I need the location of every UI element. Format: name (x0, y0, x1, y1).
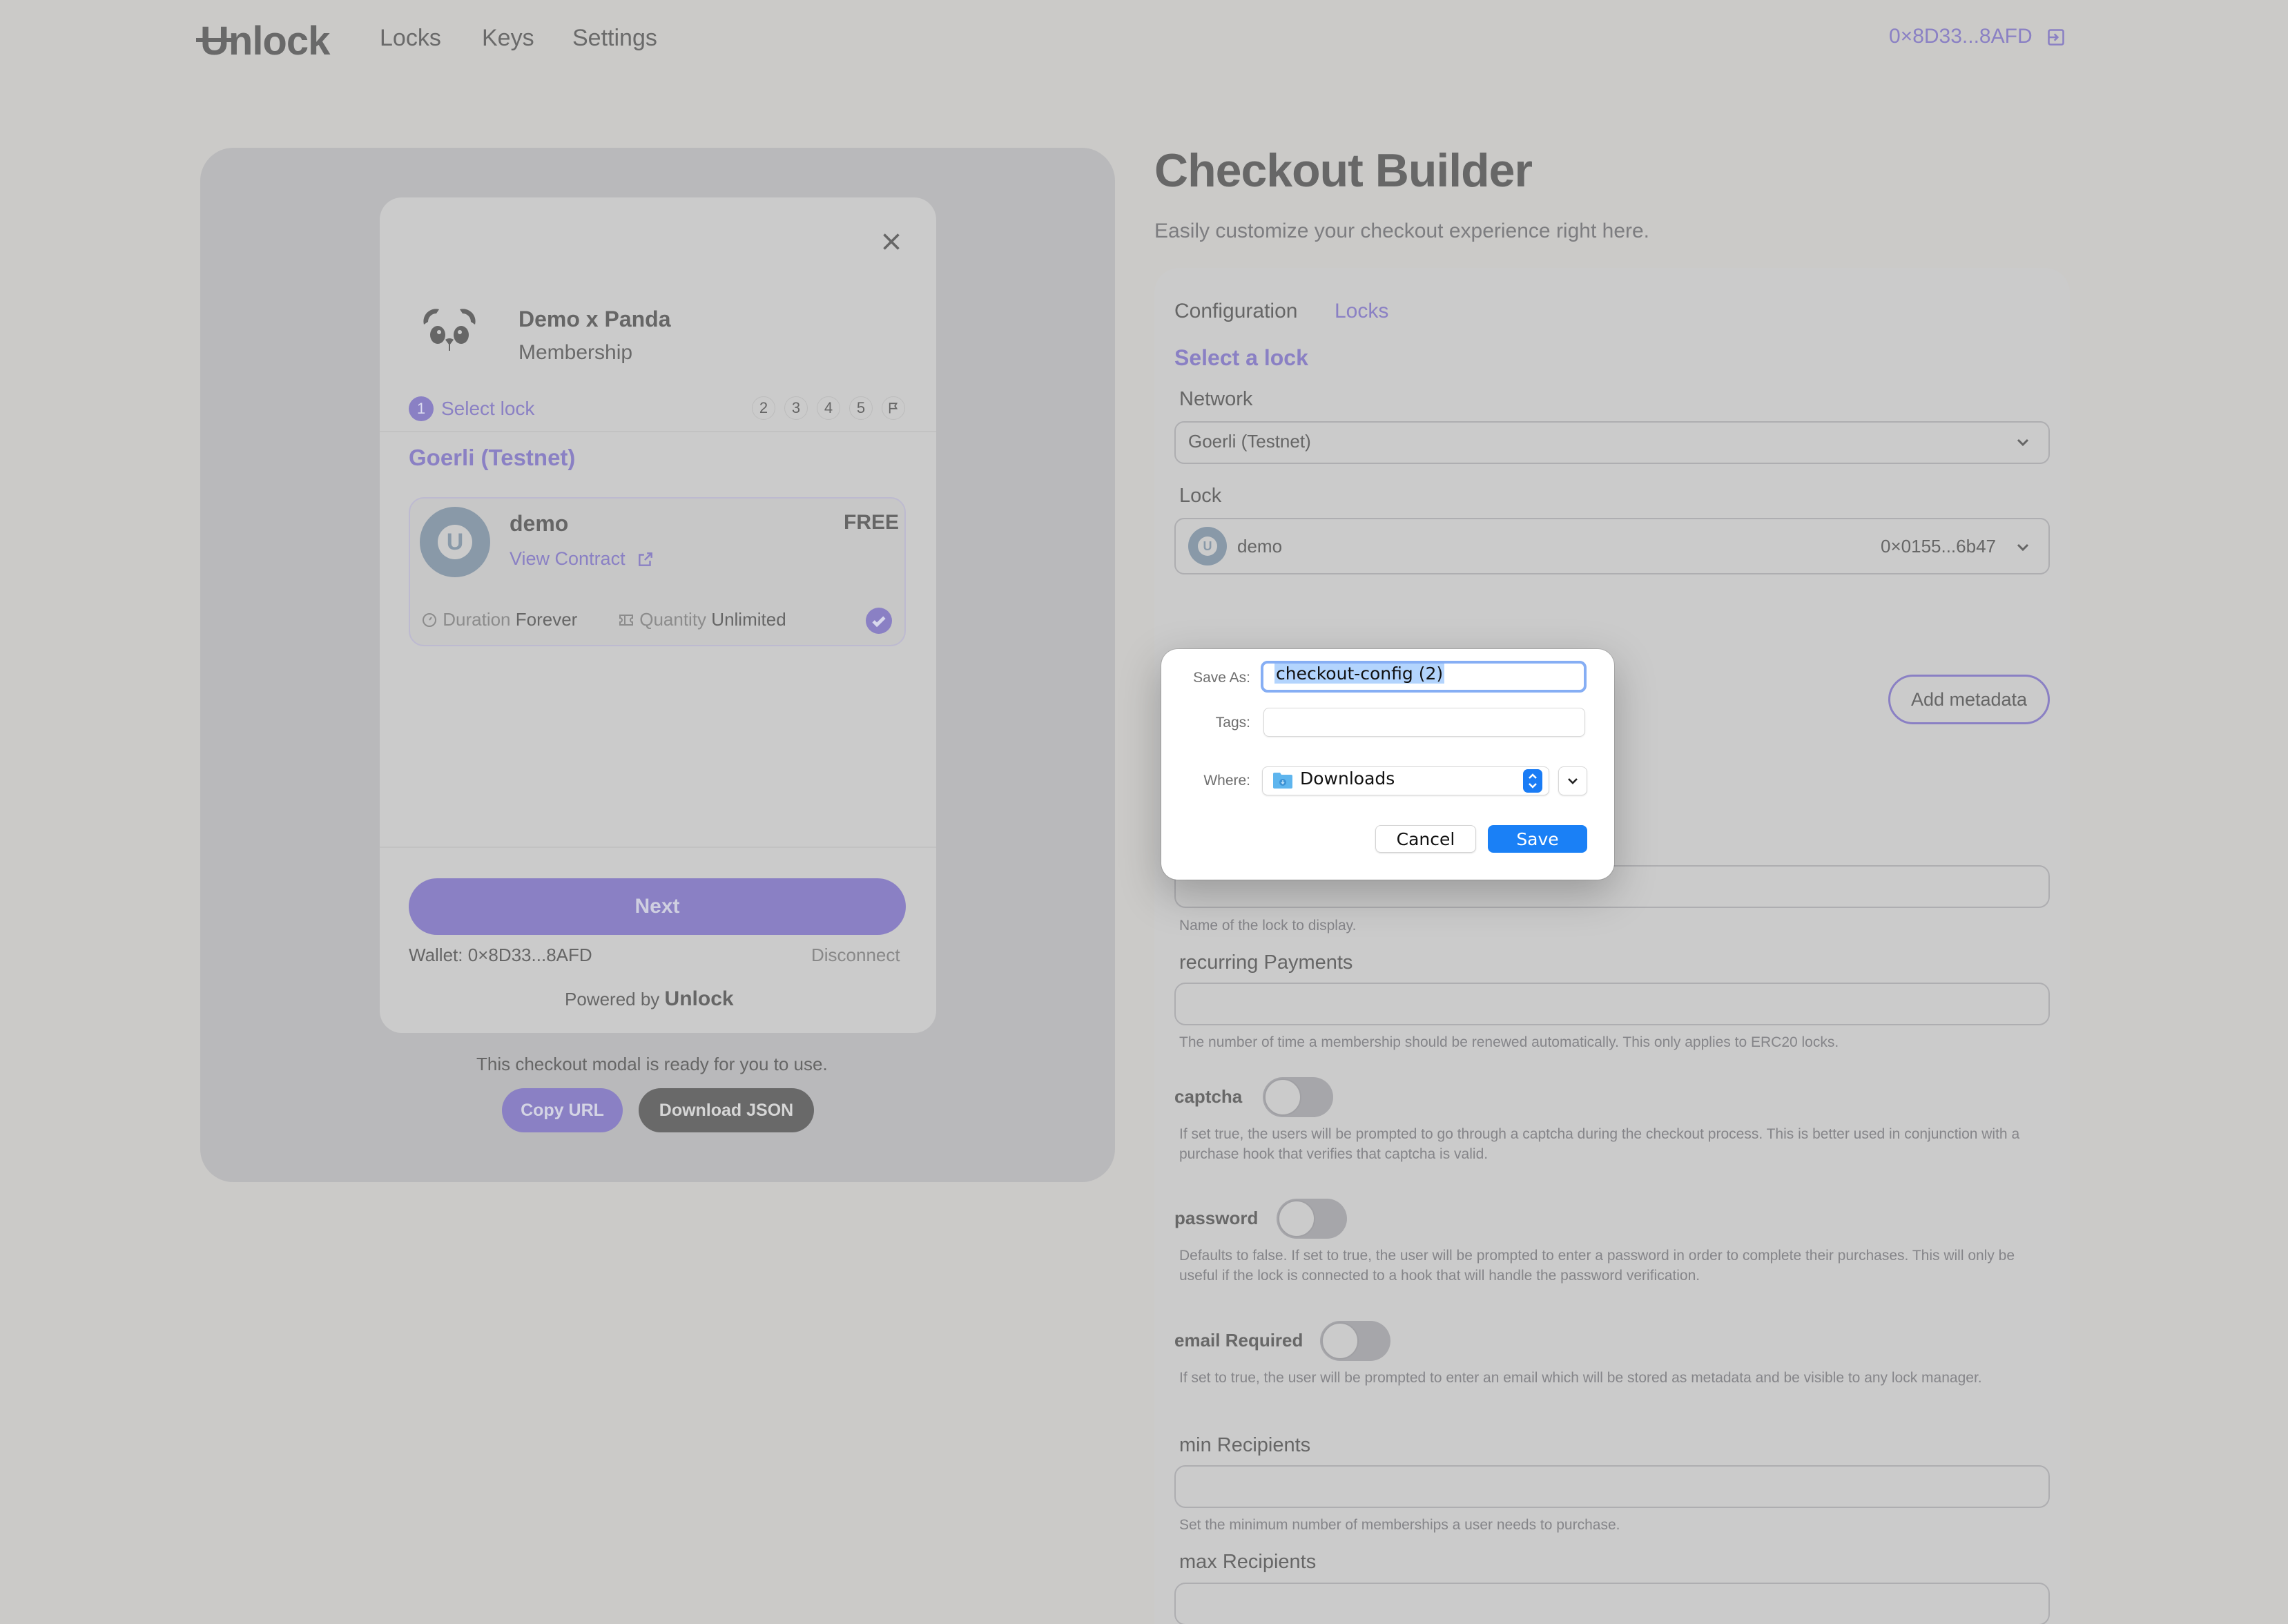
duration-value: Forever (515, 609, 578, 630)
step-final (882, 396, 905, 420)
external-link-icon[interactable] (637, 550, 655, 568)
page-title: Checkout Builder (1154, 144, 1533, 197)
email-required-label: email Required (1174, 1330, 1303, 1351)
lock-select-address: 0×0155...6b47 (1881, 536, 1996, 557)
logo-rest: nlock (228, 19, 330, 64)
captcha-help: If set true, the users will be prompted … (1179, 1126, 2020, 1162)
captcha-toggle[interactable] (1263, 1077, 1333, 1117)
lock-select-value: demo (1237, 536, 1283, 557)
chevron-down-icon (2017, 543, 2029, 552)
lock-avatar: U (420, 507, 490, 577)
unlock-logo[interactable]: Unlock (196, 18, 330, 64)
captcha-label: captcha (1174, 1086, 1243, 1107)
email-required-toggle[interactable] (1320, 1321, 1390, 1361)
lock-name: demo (510, 511, 569, 536)
chevron-down-icon (2017, 438, 2029, 447)
min-recipients-input[interactable] (1174, 1465, 2050, 1508)
toggle-knob (1264, 1079, 1301, 1116)
tags-input[interactable] (1263, 708, 1585, 737)
logout-icon[interactable] (2046, 28, 2066, 47)
clock-icon (423, 613, 436, 627)
nav-locks[interactable]: Locks (380, 25, 441, 52)
disconnect-link[interactable]: Disconnect (811, 945, 900, 966)
page-subtitle: Easily customize your checkout experienc… (1154, 220, 1650, 242)
brand-title: Demo x Panda (518, 307, 671, 331)
quantity-label: Quantity (639, 609, 707, 630)
powered-by: Powered by Unlock (565, 987, 734, 1011)
save-as-label: Save As: (1193, 670, 1250, 686)
network-label: Network (1179, 388, 1253, 410)
step-5: 5 (849, 396, 873, 420)
panda-logo-icon (423, 309, 476, 351)
max-recipients-input[interactable] (1174, 1583, 2050, 1624)
ticket-icon (619, 615, 633, 626)
save-as-value: checkout-config (2) (1274, 664, 1445, 684)
password-help: Defaults to false. If set to true, the u… (1179, 1248, 2015, 1284)
builder-card (1154, 268, 2070, 1624)
modal-divider-top (380, 431, 936, 432)
toggle-knob (1321, 1322, 1359, 1360)
toggle-knob (1278, 1200, 1315, 1237)
brand-subtitle: Membership (518, 341, 633, 364)
step-current-label: Select lock (441, 398, 535, 419)
max-recipients-label: max Recipients (1179, 1551, 1317, 1573)
step-4: 4 (817, 396, 840, 420)
recurring-input[interactable] (1174, 983, 2050, 1025)
close-icon[interactable] (879, 229, 904, 254)
download-json-button[interactable]: Download JSON (639, 1088, 814, 1132)
powered-by-brand: Unlock (664, 987, 734, 1010)
step-2: 2 (752, 396, 775, 420)
unlock-mark-icon: U (1198, 536, 1217, 556)
where-value: Downloads (1300, 768, 1395, 789)
save-as-input[interactable]: checkout-config (2) (1261, 661, 1587, 693)
tab-configuration[interactable]: Configuration (1174, 300, 1297, 323)
recurring-help: The number of time a membership should b… (1179, 1034, 1839, 1050)
min-recipients-help: Set the minimum number of memberships a … (1179, 1517, 1620, 1533)
password-label: password (1174, 1208, 1259, 1228)
section-title: Select a lock (1174, 345, 1308, 370)
copy-url-button[interactable]: Copy URL (502, 1088, 623, 1132)
email-required-help: If set to true, the user will be prompte… (1179, 1370, 1982, 1386)
min-recipients-label: min Recipients (1179, 1434, 1311, 1456)
unlock-mark-icon: U (438, 525, 472, 559)
lock-select-avatar: U (1188, 527, 1227, 566)
modal-divider-bottom (380, 847, 936, 848)
next-button[interactable]: Next (409, 878, 906, 935)
duration-label: Duration (443, 609, 511, 630)
selected-check-icon (866, 608, 892, 634)
cancel-button[interactable]: Cancel (1375, 825, 1476, 853)
lock-price: FREE (844, 511, 900, 534)
network-select-value: Goerli (Testnet) (1188, 431, 1311, 452)
quantity-row: Quantity Unlimited (618, 609, 786, 630)
downloads-folder-icon (1273, 773, 1292, 789)
duration-row: Duration Forever (421, 609, 577, 630)
nav-keys[interactable]: Keys (482, 25, 534, 52)
powered-by-text: Powered by (565, 989, 660, 1009)
expand-dialog-button[interactable] (1558, 766, 1587, 795)
step-3: 3 (784, 396, 808, 420)
quantity-value: Unlimited (711, 609, 786, 630)
tab-locks[interactable]: Locks (1335, 300, 1388, 323)
chevron-down-icon (1568, 778, 1578, 784)
nav-settings[interactable]: Settings (572, 25, 657, 52)
top-nav: Unlock Locks Keys Settings 0×8D33...8AFD (0, 0, 2288, 83)
tags-label: Tags: (1215, 715, 1250, 731)
step-current-number: 1 (409, 396, 434, 421)
modal-wallet: Wallet: 0×8D33...8AFD (409, 945, 592, 965)
lock-label: Lock (1179, 485, 1222, 507)
add-metadata-button[interactable]: Add metadata (1888, 675, 2050, 724)
recurring-label: recurring Payments (1179, 951, 1353, 974)
save-button[interactable]: Save (1488, 825, 1587, 853)
where-label: Where: (1203, 773, 1250, 789)
network-title: Goerli (Testnet) (409, 445, 576, 470)
view-contract-link[interactable]: View Contract (510, 548, 626, 570)
flag-icon (889, 403, 898, 414)
ready-text: This checkout modal is ready for you to … (476, 1054, 828, 1074)
updown-stepper-icon (1523, 769, 1542, 793)
password-toggle[interactable] (1277, 1199, 1347, 1239)
wallet-address[interactable]: 0×8D33...8AFD (1889, 25, 2033, 48)
name-help: Name of the lock to display. (1179, 918, 1357, 934)
